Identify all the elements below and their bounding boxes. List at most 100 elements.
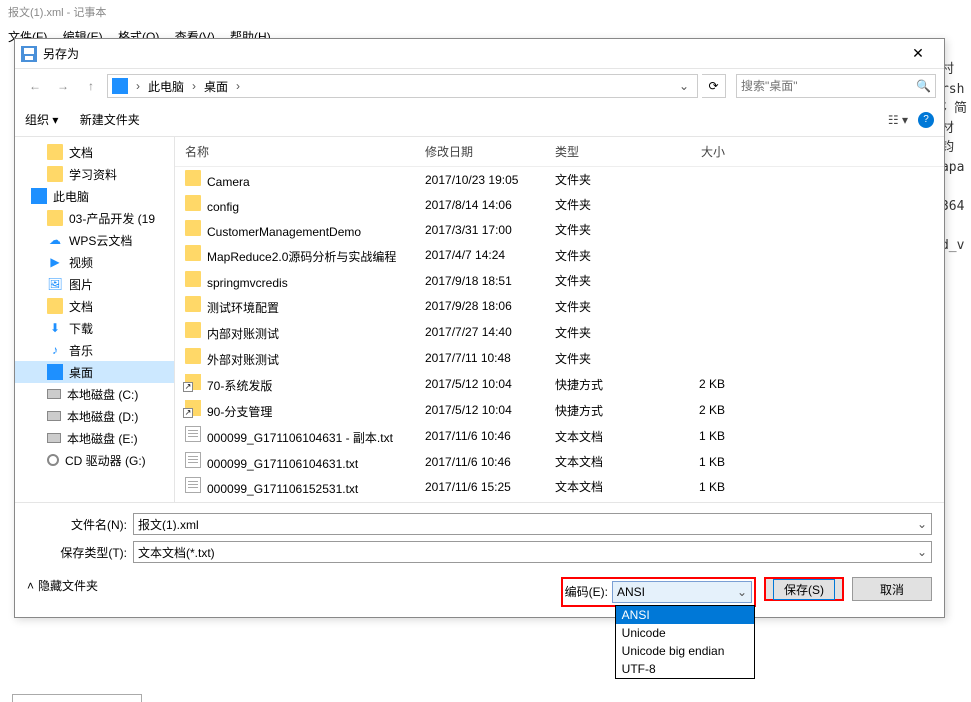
disk-icon <box>47 433 61 443</box>
file-size: 1 KB <box>655 480 725 494</box>
file-row[interactable]: 000099_G171106104631 - 副本.txt2017/11/6 1… <box>175 423 944 449</box>
back-button[interactable]: ← <box>23 74 47 98</box>
tree-item[interactable]: 本地磁盘 (E:) <box>15 427 174 449</box>
file-row[interactable]: springmvcredis2017/9/18 18:51文件夹 <box>175 268 944 293</box>
file-type: 文件夹 <box>555 196 655 213</box>
file-name: 外部对账测试 <box>207 353 279 367</box>
tree-item[interactable]: ⬇下载 <box>15 317 174 339</box>
view-mode-button[interactable]: ☷ ▾ <box>888 113 908 127</box>
col-type[interactable]: 类型 <box>555 143 655 160</box>
up-button[interactable]: ↑ <box>79 74 103 98</box>
file-row[interactable]: 内部对账测试2017/7/27 14:40文件夹 <box>175 319 944 345</box>
tree-item[interactable]: ▶视频 <box>15 251 174 273</box>
filename-input[interactable] <box>138 517 917 531</box>
dialog-bottom: 文件名(N): ⌄ 保存类型(T): 文本文档(*.txt) ⌄ ˄ 隐藏文件夹… <box>15 502 944 617</box>
file-name: 000099_G171106104631.txt <box>207 457 358 471</box>
disk-icon <box>47 411 61 421</box>
col-size[interactable]: 大小 <box>655 143 725 160</box>
file-name: 90-分支管理 <box>207 405 272 419</box>
encoding-select[interactable]: ANSI ⌄ <box>612 581 752 603</box>
encoding-value: ANSI <box>617 585 645 599</box>
refresh-button[interactable]: ⟳ <box>702 74 726 98</box>
address-dropdown-icon[interactable]: ⌄ <box>675 79 693 93</box>
file-row[interactable]: 70-系统发版2017/5/12 10:04快捷方式2 KB <box>175 371 944 397</box>
filename-dropdown-icon[interactable]: ⌄ <box>917 517 927 531</box>
search-icon[interactable]: 🔍 <box>916 79 931 93</box>
forward-button[interactable]: → <box>51 74 75 98</box>
file-row[interactable]: MapReduce2.0源码分析与实战编程2017/4/7 14:24文件夹 <box>175 242 944 268</box>
tree-item-label: 图片 <box>69 276 93 293</box>
search-input[interactable] <box>741 79 916 93</box>
file-date: 2017/10/23 19:05 <box>425 173 555 187</box>
file-row[interactable]: CustomerManagementDemo2017/3/31 17:00文件夹 <box>175 217 944 242</box>
tree-item[interactable]: 🖼 图片 <box>15 273 174 295</box>
encoding-option[interactable]: UTF-8 <box>616 660 754 678</box>
tree-item-label: 文档 <box>69 144 93 161</box>
tree-item-label: 视频 <box>69 254 93 271</box>
file-date: 2017/7/27 14:40 <box>425 325 555 339</box>
breadcrumb-desktop[interactable]: 桌面 <box>204 78 228 95</box>
search-box[interactable]: 🔍 <box>736 74 936 98</box>
file-row[interactable]: 000099_G171106104631.txt2017/11/6 10:46文… <box>175 449 944 474</box>
picture-icon: 🖼 <box>47 276 63 292</box>
tree-item[interactable]: 文档 <box>15 295 174 317</box>
nav-tree[interactable]: 文档学习资料此电脑03-产品开发 (19☁WPS云文档▶视频🖼图片文档⬇下载♪音… <box>15 137 175 502</box>
encoding-option[interactable]: Unicode big endian <box>616 642 754 660</box>
file-date: 2017/4/7 14:24 <box>425 248 555 262</box>
encoding-option[interactable]: ANSI <box>616 606 754 624</box>
dialog-title: 另存为 <box>43 45 898 62</box>
tree-item[interactable]: 此电脑 <box>15 185 174 207</box>
txt-icon <box>185 426 201 442</box>
col-date[interactable]: 修改日期 <box>425 143 555 160</box>
address-bar[interactable]: 此电脑 桌面 ⌄ <box>107 74 698 98</box>
file-date: 2017/8/14 14:06 <box>425 198 555 212</box>
file-date: 2017/9/18 18:51 <box>425 274 555 288</box>
organize-button[interactable]: 组织 ▾ <box>25 113 58 127</box>
dialog-titlebar: 另存为 ✕ <box>15 39 944 69</box>
hide-folders-toggle[interactable]: ˄ 隐藏文件夹 <box>27 577 98 594</box>
tree-item[interactable]: 本地磁盘 (C:) <box>15 383 174 405</box>
monitor-icon <box>47 364 63 380</box>
tree-item[interactable]: ☁WPS云文档 <box>15 229 174 251</box>
close-button[interactable]: ✕ <box>898 45 938 62</box>
file-row[interactable]: config 2017/8/14 14:06文件夹 <box>175 192 944 217</box>
tree-item[interactable]: 文档 <box>15 141 174 163</box>
file-date: 2017/5/12 10:04 <box>425 377 555 391</box>
new-folder-button[interactable]: 新建文件夹 <box>80 113 140 127</box>
tree-item[interactable]: 学习资料 <box>15 163 174 185</box>
file-row[interactable]: 90-分支管理2017/5/12 10:04快捷方式2 KB <box>175 397 944 423</box>
col-name[interactable]: 名称 <box>185 143 425 160</box>
breadcrumb-pc[interactable]: 此电脑 <box>148 78 184 95</box>
file-name: MapReduce2.0源码分析与实战编程 <box>207 250 396 264</box>
tree-item[interactable]: 03-产品开发 (19 <box>15 207 174 229</box>
file-name: config <box>207 200 239 214</box>
encoding-option[interactable]: Unicode <box>616 624 754 642</box>
file-row[interactable]: Camera2017/10/23 19:05文件夹 <box>175 167 944 192</box>
filetype-dropdown-icon[interactable]: ⌄ <box>917 545 927 559</box>
tree-item[interactable]: 本地磁盘 (D:) <box>15 405 174 427</box>
file-list[interactable]: 名称 修改日期 类型 大小 Camera2017/10/23 19:05文件夹c… <box>175 137 944 502</box>
txt-icon <box>185 477 201 493</box>
filename-combo[interactable]: ⌄ <box>133 513 932 535</box>
file-row[interactable]: 外部对账测试2017/7/11 10:48文件夹 <box>175 345 944 371</box>
folder-icon <box>185 170 201 186</box>
save-button-label: 保存(S) <box>773 579 835 600</box>
file-type: 文件夹 <box>555 171 655 188</box>
file-size: 1 KB <box>655 455 725 469</box>
save-icon <box>21 46 37 62</box>
tree-item[interactable]: CD 驱动器 (G:) <box>15 449 174 471</box>
file-row[interactable]: 测试环境配置2017/9/28 18:06文件夹 <box>175 293 944 319</box>
tree-item[interactable]: 桌面 <box>15 361 174 383</box>
cancel-button[interactable]: 取消 <box>852 577 932 601</box>
encoding-dropdown[interactable]: ANSIUnicodeUnicode big endianUTF-8 <box>615 605 755 679</box>
save-button[interactable]: 保存(S) <box>764 577 844 601</box>
tree-item-label: 本地磁盘 (C:) <box>67 386 138 403</box>
filetype-combo[interactable]: 文本文档(*.txt) ⌄ <box>133 541 932 563</box>
file-date: 2017/9/28 18:06 <box>425 299 555 313</box>
file-name: 000099_G171106152531.txt <box>207 482 358 496</box>
file-row[interactable]: 000099_G171106152531.txt2017/11/6 15:25文… <box>175 474 944 499</box>
file-name: 000099_G171106104631 - 副本.txt <box>207 431 393 445</box>
tree-item-label: 03-产品开发 (19 <box>69 210 155 227</box>
tree-item[interactable]: ♪音乐 <box>15 339 174 361</box>
help-icon[interactable]: ? <box>918 112 934 128</box>
